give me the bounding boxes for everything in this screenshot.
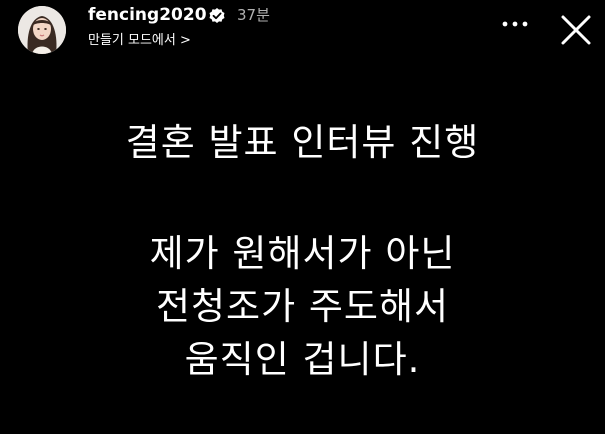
create-mode-link[interactable]: 만들기 모드에서 > [88,32,191,50]
close-icon[interactable] [556,10,596,50]
story-viewer[interactable]: fencing2020 37분 만들기 모드에서 > 결혼 발표 인터뷰 진행 [0,0,605,434]
headline-text: 결혼 발표 인터뷰 진행 [125,121,480,164]
more-icon[interactable] [498,12,532,36]
username[interactable]: fencing2020 [88,4,207,26]
story-body: 제가 원해서가 아닌 전청조가 주도해서 움직인 겁니다. [0,227,605,386]
body-line: 제가 원해서가 아닌 [149,232,456,275]
avatar[interactable] [18,6,66,54]
story-headline: 결혼 발표 인터뷰 진행 [0,116,605,169]
verified-badge-icon [208,7,226,25]
post-time: 37분 [237,6,270,24]
story-header: fencing2020 37분 만들기 모드에서 > [0,0,605,60]
body-line: 움직인 겁니다. [184,338,421,381]
body-line: 전청조가 주도해서 [155,285,450,328]
